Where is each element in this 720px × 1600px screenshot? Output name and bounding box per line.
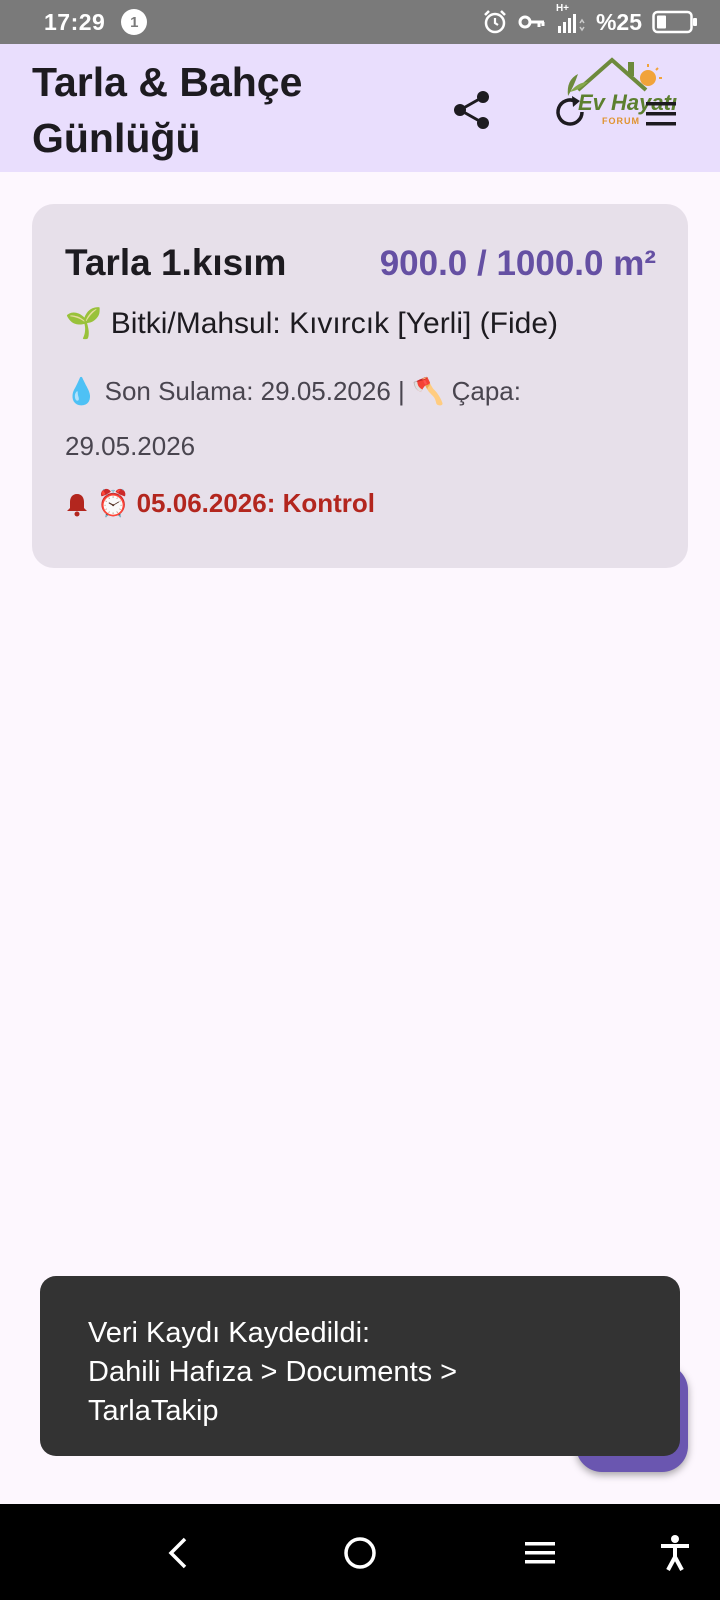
recents-icon: [525, 1542, 555, 1564]
page-title: Tarla & Bahçe Günlüğü: [32, 59, 303, 161]
toast-line-2: Dahili Hafıza > Documents >: [88, 1356, 458, 1388]
back-icon: [168, 1537, 187, 1569]
battery-icon: [652, 10, 697, 34]
status-icons: H+ %25: [482, 3, 698, 36]
menu-button[interactable]: [640, 94, 684, 134]
logo-subtext: FORUM: [602, 116, 640, 126]
refresh-button[interactable]: [548, 90, 592, 134]
field-area: 900.0 / 1000.0 m²: [379, 244, 656, 283]
accessibility-button[interactable]: [650, 1528, 700, 1578]
refresh-icon: [556, 96, 584, 126]
navigation-bar: [0, 1504, 720, 1600]
notification-badge: 1: [121, 9, 148, 35]
nav-home-button[interactable]: [335, 1528, 385, 1578]
alarm-icon: [484, 10, 506, 34]
signal-icon: H+: [556, 3, 586, 35]
share-button[interactable]: [448, 86, 496, 134]
field-name: Tarla 1.kısım: [65, 242, 287, 283]
reminder-text: ⏰️ 05.06.2026: Kontrol: [97, 488, 376, 518]
field-card[interactable]: Tarla 1.kısım 900.0 / 1000.0 m² 🌱 Bitki/…: [32, 204, 688, 568]
crop-info: 🌱 Bitki/Mahsul: Kıvırcık [Yerli] (Fide): [65, 307, 559, 340]
care-info: 💧 Son Sulama: 29.05.2026 | 🪓 Çapa: 29.05…: [65, 376, 521, 461]
status-time: 17:29: [44, 8, 106, 35]
status-bar: 17:29 1 H+ %25: [0, 0, 720, 44]
share-icon: [454, 91, 489, 129]
app-bar: Tarla & Bahçe Günlüğü Ev Hayatı FORUM: [0, 44, 720, 172]
toast-message: Veri Kaydı Kaydedildi: Dahili Hafıza > D…: [40, 1276, 680, 1456]
nav-recents-button[interactable]: [515, 1528, 565, 1578]
reminder-row: ⏰️ 05.06.2026: Kontrol: [65, 488, 375, 519]
nav-back-button[interactable]: [154, 1528, 204, 1578]
toast-line-3: TarlaTakip: [88, 1395, 219, 1427]
toast-line-1: Veri Kaydı Kaydedildi:: [88, 1317, 371, 1349]
home-icon: [344, 1537, 376, 1569]
bell-icon: [67, 493, 87, 516]
menu-icon: [646, 102, 676, 126]
vpn-key-icon: [518, 15, 545, 29]
accessibility-icon: [661, 1535, 689, 1571]
battery-percent: %25: [595, 8, 642, 35]
